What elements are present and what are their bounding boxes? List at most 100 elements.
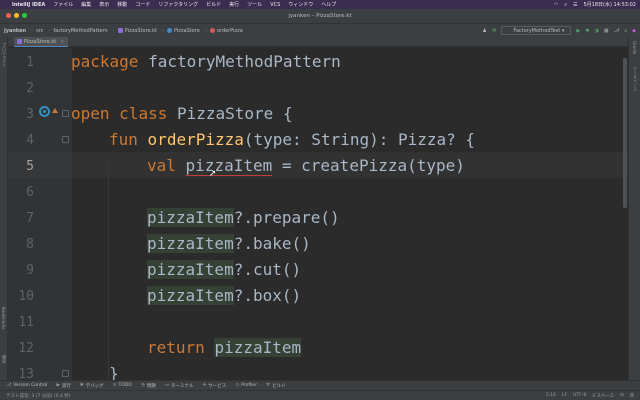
coverage-icon[interactable]: ◑: [594, 28, 598, 34]
run-configuration-select[interactable]: FactoryMethodTest ▾: [501, 26, 572, 35]
breadcrumb-separator: ›: [31, 27, 34, 34]
zoom-window-button[interactable]: [22, 13, 27, 18]
vcs-user-icon[interactable]: ♟: [482, 28, 486, 34]
menu-navigate[interactable]: 移動: [117, 1, 127, 8]
menu-file[interactable]: ファイル: [53, 1, 73, 8]
code-line-12: return pizzaItem: [147, 338, 302, 357]
ide-logo-icon[interactable]: ◆: [632, 28, 636, 34]
tool-services[interactable]: ✣ サービス: [202, 383, 226, 389]
menu-code[interactable]: コード: [135, 1, 150, 8]
indent-setting[interactable]: 4 スペース: [592, 393, 614, 399]
tool-problems[interactable]: ◔ 問題: [141, 383, 156, 389]
menu-datetime[interactable]: 5月18日(水) 14:53:02: [584, 1, 637, 8]
traffic-lights: [6, 13, 30, 18]
menu-app-name[interactable]: IntelliJ IDEA: [12, 2, 45, 8]
tool-window-bar: ⎇ Version Control ▶ 実行 ✱ デバッグ ≡ TODO ◔ 問題 ▭ ター…: [0, 380, 640, 390]
menu-view[interactable]: 表示: [99, 1, 109, 8]
hammer-icon[interactable]: ⚒: [492, 28, 496, 34]
database-tool-button[interactable]: データベース: [632, 67, 638, 91]
line-number: 10: [18, 289, 34, 304]
line-number: 11: [18, 315, 34, 330]
bookmarks-tool-button[interactable]: Bookmarks: [1, 307, 6, 329]
code-line-10: pizzaItem?.box(): [147, 286, 302, 305]
line-number: 13: [18, 367, 34, 380]
stop-icon[interactable]: ■: [604, 28, 609, 34]
tool-debug[interactable]: ✱ デバッグ: [80, 383, 104, 389]
code-line-4: fun orderPizza(type: String): Pizza? {: [109, 130, 476, 149]
line-number: 6: [26, 185, 34, 200]
line-number: 9: [26, 263, 34, 278]
breadcrumb-separator: ›: [112, 27, 115, 34]
kotlin-file-icon: [117, 28, 123, 33]
wifi-icon[interactable]: ◠: [554, 2, 558, 8]
breadcrumb-method[interactable]: orderPizza: [209, 28, 243, 34]
kotlin-file-icon: [17, 39, 22, 44]
menu-tools[interactable]: ツール: [247, 1, 262, 8]
caret-position[interactable]: 5:16: [546, 393, 556, 399]
close-window-button[interactable]: [6, 13, 11, 18]
line-number: 8: [26, 237, 34, 252]
tool-run[interactable]: ▶ 実行: [56, 383, 70, 389]
breadcrumb-src[interactable]: src: [36, 28, 43, 34]
menu-window[interactable]: ウィンドウ: [288, 1, 313, 8]
code-line-13: }: [109, 364, 119, 380]
tool-todo[interactable]: ≡ TODO: [113, 383, 132, 388]
list-icon: ≡: [112, 383, 117, 388]
menu-edit[interactable]: 編集: [81, 1, 91, 8]
structure-tool-button[interactable]: 構造: [1, 355, 7, 363]
class-icon: [167, 28, 173, 33]
run-icon: ▶: [56, 383, 60, 388]
macos-menu-bar: IntelliJ IDEA ファイル 編集 表示 移動 コード リファクタリング…: [0, 0, 640, 9]
overridden-marker-icon[interactable]: [52, 108, 58, 113]
status-bar: テスト成功: 3 (7 分前) (0.4 秒) 5:16 LF UTF-8 4 …: [0, 390, 640, 400]
file-encoding[interactable]: UTF-8: [573, 393, 586, 399]
breadcrumb-file[interactable]: PizzaStore.kt: [117, 28, 157, 34]
minimize-window-button[interactable]: [14, 13, 19, 18]
editor-tab-bar: PizzaStore.kt ×: [8, 37, 628, 47]
run-icon[interactable]: ▶: [576, 28, 580, 34]
fold-marker-icon[interactable]: [62, 370, 69, 377]
menu-vcs[interactable]: VCS: [270, 2, 280, 8]
memory-indicator-icon[interactable]: ▥: [630, 393, 634, 399]
git-icon[interactable]: ⎇: [614, 28, 620, 34]
menu-help[interactable]: ヘルプ: [321, 1, 336, 8]
menu-run[interactable]: 実行: [229, 1, 239, 8]
gradle-tool-button[interactable]: Gradle: [632, 41, 637, 54]
run-class-gutter-icon[interactable]: [39, 106, 50, 117]
tool-build[interactable]: ⚒ ビルド: [266, 383, 286, 389]
code-line-5: val pizzaItem = createPizza(type): [147, 156, 465, 176]
breadcrumb-project[interactable]: jyanken: [4, 28, 26, 34]
line-separator[interactable]: LF: [562, 393, 567, 399]
menu-refactor[interactable]: リファクタリング: [158, 1, 198, 8]
indent-guide: [108, 160, 109, 380]
tab-pizzastore[interactable]: PizzaStore.kt ×: [14, 37, 69, 47]
line-number: 7: [26, 211, 34, 226]
line-number: 3: [26, 107, 34, 122]
control-center-icon[interactable]: ☰: [573, 2, 577, 8]
line-number-current: 5: [26, 159, 34, 174]
menu-build[interactable]: ビルド: [206, 1, 221, 8]
project-tool-button[interactable]: プロジェクト: [1, 43, 7, 67]
breadcrumb-class[interactable]: PizzaStore: [167, 28, 200, 34]
lock-icon[interactable]: ⊡: [620, 393, 624, 399]
fold-marker-icon[interactable]: [62, 136, 69, 143]
tool-terminal[interactable]: ▭ ターミナル: [165, 383, 194, 389]
tool-version-control[interactable]: ⎇ Version Control: [6, 383, 47, 388]
tool-profiler[interactable]: ◷ Profiler: [235, 383, 257, 388]
problems-icon: ◔: [140, 383, 145, 388]
fold-marker-icon[interactable]: [62, 110, 69, 117]
code-line-8: pizzaItem?.bake(): [147, 234, 311, 253]
navigation-bar: jyanken › src › factoryMethodPattern › P…: [0, 23, 640, 37]
code-editor[interactable]: 1 2 3 4 5 6 7 8 9 10 11 12 13 package fa…: [8, 48, 628, 380]
search-icon[interactable]: ⌕: [564, 2, 567, 8]
hammer-icon: ⚒: [266, 383, 271, 388]
editor-scrollbar[interactable]: [623, 58, 627, 208]
line-number: 2: [26, 81, 34, 96]
breadcrumb-package[interactable]: factoryMethodPattern: [53, 28, 107, 34]
status-message[interactable]: テスト成功: 3 (7 分前) (0.4 秒): [6, 393, 71, 399]
debug-icon[interactable]: ✱: [585, 28, 589, 34]
close-tab-icon[interactable]: ×: [60, 39, 64, 45]
code-line-3: open class PizzaStore {: [71, 104, 293, 123]
left-tool-strip: プロジェクト Bookmarks 構造: [0, 37, 8, 380]
search-everywhere-icon[interactable]: ⌕: [624, 28, 627, 34]
